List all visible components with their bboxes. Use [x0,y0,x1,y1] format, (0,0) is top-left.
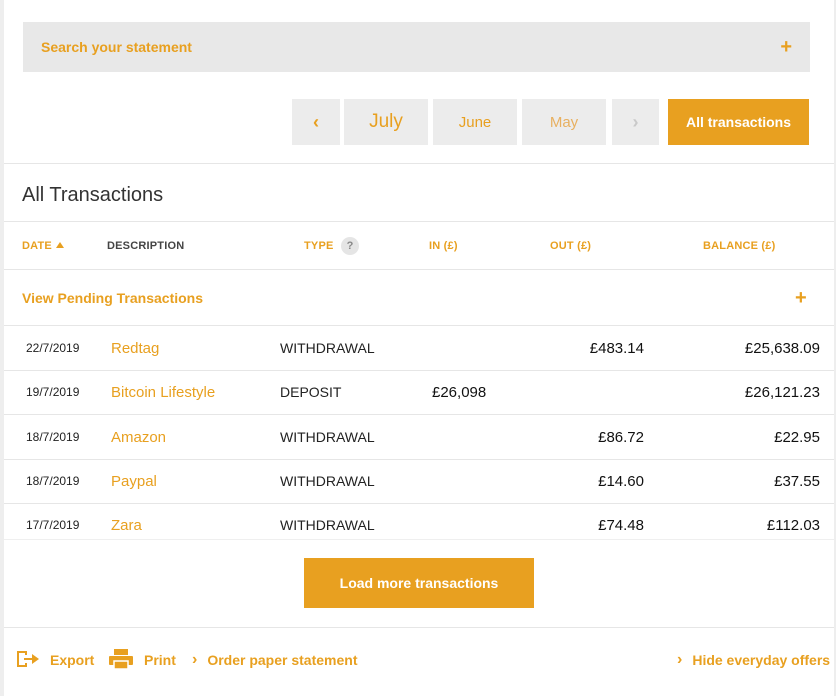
divider [4,221,834,222]
row-balance: £25,638.09 [744,339,820,357]
row-out: £74.48 [598,516,644,534]
row-description-link[interactable]: Amazon [111,415,166,459]
month-tab-may[interactable]: May [522,99,606,145]
row-date: 18/7/2019 [26,474,80,488]
chevron-right-icon: › [632,111,639,132]
column-header-out: OUT (£) [550,240,592,252]
divider [4,627,834,628]
print-link[interactable]: Print [108,648,176,672]
divider [4,163,834,164]
page-title: All Transactions [22,184,164,206]
row-balance: £112.03 [766,516,820,534]
divider [4,539,834,540]
search-statement-bar[interactable]: Search your statement + [23,22,810,72]
hide-everyday-offers-link[interactable]: › Hide everyday offers [677,648,830,672]
hide-everyday-offers-label: Hide everyday offers [692,652,831,668]
order-paper-statement-link[interactable]: › Order paper statement [192,648,358,672]
table-row: 18/7/2019 Amazon WITHDRAWAL £86.72 £22.9… [4,415,834,459]
column-header-type: TYPE [304,240,334,252]
print-label: Print [144,652,176,668]
row-type: WITHDRAWAL [280,517,375,533]
row-type: WITHDRAWAL [280,429,375,445]
row-description-link[interactable]: Redtag [111,326,159,370]
row-description-link[interactable]: Paypal [111,459,157,503]
chevron-left-icon: ‹ [313,111,319,132]
chevron-right-icon: › [677,651,683,668]
printer-icon [108,648,134,673]
row-balance: £37.55 [774,472,820,490]
column-header-in: IN (£) [429,240,458,252]
row-out: £14.60 [598,472,644,490]
load-more-transactions-button[interactable]: Load more transactions [304,558,534,608]
search-label: Search your statement [41,39,192,55]
row-balance: £22.95 [774,428,820,446]
row-type: DEPOSIT [280,384,342,400]
row-out: £483.14 [589,339,644,357]
row-date: 22/7/2019 [26,341,80,355]
column-header-date-label: DATE [22,240,52,252]
order-paper-statement-label: Order paper statement [207,652,358,668]
pending-expand-plus-icon[interactable]: + [795,288,807,308]
row-date: 19/7/2019 [26,385,80,399]
row-date: 17/7/2019 [26,518,80,532]
next-month-button[interactable]: › [612,99,659,145]
prev-month-button[interactable]: ‹ [292,99,340,145]
table-row: 22/7/2019 Redtag WITHDRAWAL £483.14 £25,… [4,326,834,370]
table-row: 18/7/2019 Paypal WITHDRAWAL £14.60 £37.5… [4,459,834,503]
row-date: 18/7/2019 [26,430,80,444]
export-link[interactable]: Export [14,648,94,672]
table-row: 17/7/2019 Zara WITHDRAWAL £74.48 £112.03 [4,503,834,539]
column-header-date[interactable]: DATE [22,240,64,252]
sort-ascending-icon [55,242,64,248]
table-row: 19/7/2019 Bitcoin Lifestyle DEPOSIT £26,… [4,370,834,414]
row-out: £86.72 [598,428,644,446]
row-balance: £26,121.23 [744,383,820,401]
export-icon [14,648,40,673]
row-type: WITHDRAWAL [280,340,375,356]
expand-plus-icon[interactable]: + [780,37,792,57]
view-pending-transactions-link[interactable]: View Pending Transactions [22,290,203,306]
divider [4,269,834,270]
month-tab-july[interactable]: July [344,99,428,145]
column-header-description: DESCRIPTION [107,240,185,252]
row-description-link[interactable]: Zara [111,503,142,539]
month-tab-june[interactable]: June [433,99,517,145]
row-type: WITHDRAWAL [280,473,375,489]
all-transactions-button[interactable]: All transactions [668,99,809,145]
row-description-link[interactable]: Bitcoin Lifestyle [111,370,215,414]
chevron-right-icon: › [192,651,198,668]
help-icon[interactable]: ? [341,237,359,255]
column-header-balance: BALANCE (£) [703,240,776,252]
row-in: £26,098 [432,383,487,401]
export-label: Export [50,652,95,668]
